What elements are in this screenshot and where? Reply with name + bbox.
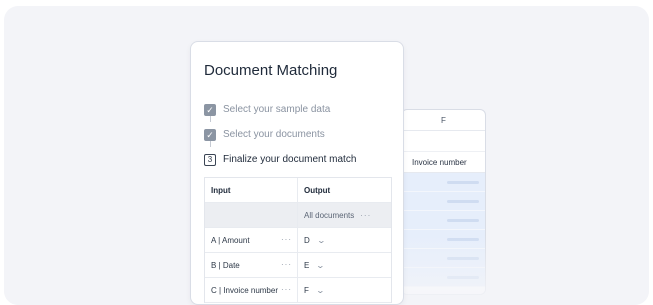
output-column-value: E bbox=[304, 260, 310, 270]
column-header-f[interactable]: F bbox=[402, 110, 485, 131]
step-finalize-match[interactable]: 3 Finalize your document match bbox=[204, 147, 394, 172]
step-select-sample-data[interactable]: ✓ Select your sample data bbox=[204, 97, 394, 122]
output-column-value: D bbox=[304, 235, 310, 245]
input-cell: B | Date ··· bbox=[205, 253, 298, 277]
all-documents-label: All documents bbox=[304, 210, 355, 220]
input-cell: C | Invoice number ··· bbox=[205, 278, 298, 302]
chevron-down-icon: ⌄ bbox=[316, 235, 326, 245]
highlighted-cell bbox=[402, 211, 485, 230]
highlighted-cell bbox=[402, 192, 485, 211]
step-label: Finalize your document match bbox=[223, 154, 357, 165]
placeholder-value-bar bbox=[447, 200, 479, 203]
placeholder-value-bar bbox=[447, 257, 479, 260]
all-documents-row: All documents ··· bbox=[205, 203, 391, 228]
placeholder-value-bar bbox=[447, 181, 479, 184]
highlighted-cell bbox=[402, 230, 485, 249]
highlighted-cell bbox=[402, 268, 485, 287]
check-icon: ✓ bbox=[204, 128, 216, 141]
output-select[interactable]: E ⌄ bbox=[298, 253, 391, 277]
placeholder-value-bar bbox=[447, 276, 479, 279]
column-title-cell[interactable]: Invoice number bbox=[402, 152, 485, 173]
input-cell: A | Amount ··· bbox=[205, 228, 298, 252]
spreadsheet-preview: F Invoice number bbox=[401, 109, 486, 295]
highlighted-cell bbox=[402, 173, 485, 192]
table-header-row: Input Output bbox=[205, 178, 391, 203]
step-list: ✓ Select your sample data ✓ Select your … bbox=[204, 97, 394, 172]
input-field-label: B | Date bbox=[211, 260, 240, 270]
step-select-documents[interactable]: ✓ Select your documents bbox=[204, 122, 394, 147]
table-row: C | Invoice number ··· F ⌄ bbox=[205, 278, 391, 303]
step-label: Select your documents bbox=[223, 129, 325, 140]
placeholder-value-bar bbox=[447, 238, 479, 241]
output-select[interactable]: F ⌄ bbox=[298, 278, 391, 302]
table-row: A | Amount ··· D ⌄ bbox=[205, 228, 391, 253]
step-label: Select your sample data bbox=[223, 104, 331, 115]
more-horizontal-icon[interactable]: ··· bbox=[360, 211, 371, 220]
step-number: 3 bbox=[204, 153, 216, 166]
sheet-empty-row bbox=[402, 131, 485, 152]
highlighted-cell bbox=[402, 249, 485, 268]
mapping-table: Input Output All documents ··· A | Amoun… bbox=[204, 177, 392, 303]
more-horizontal-icon[interactable]: ··· bbox=[281, 235, 292, 244]
chevron-down-icon: ⌄ bbox=[315, 285, 325, 295]
empty-input-cell bbox=[205, 203, 298, 227]
more-horizontal-icon[interactable]: ··· bbox=[281, 285, 292, 294]
panel-title: Document Matching bbox=[204, 62, 338, 79]
input-field-label: C | Invoice number bbox=[211, 285, 278, 295]
sheet-empty-row bbox=[402, 287, 485, 294]
input-field-label: A | Amount bbox=[211, 235, 250, 245]
check-icon: ✓ bbox=[204, 103, 216, 116]
output-column-header: Output bbox=[304, 185, 331, 195]
output-column-value: F bbox=[304, 285, 309, 295]
table-row: B | Date ··· E ⌄ bbox=[205, 253, 391, 278]
output-select[interactable]: D ⌄ bbox=[298, 228, 391, 252]
input-column-header: Input bbox=[205, 178, 298, 202]
all-documents-cell: All documents ··· bbox=[298, 203, 391, 227]
chevron-down-icon: ⌄ bbox=[316, 260, 326, 270]
placeholder-value-bar bbox=[447, 219, 479, 222]
more-horizontal-icon[interactable]: ··· bbox=[281, 260, 292, 269]
document-matching-panel: Document Matching ✓ Select your sample d… bbox=[190, 41, 404, 305]
